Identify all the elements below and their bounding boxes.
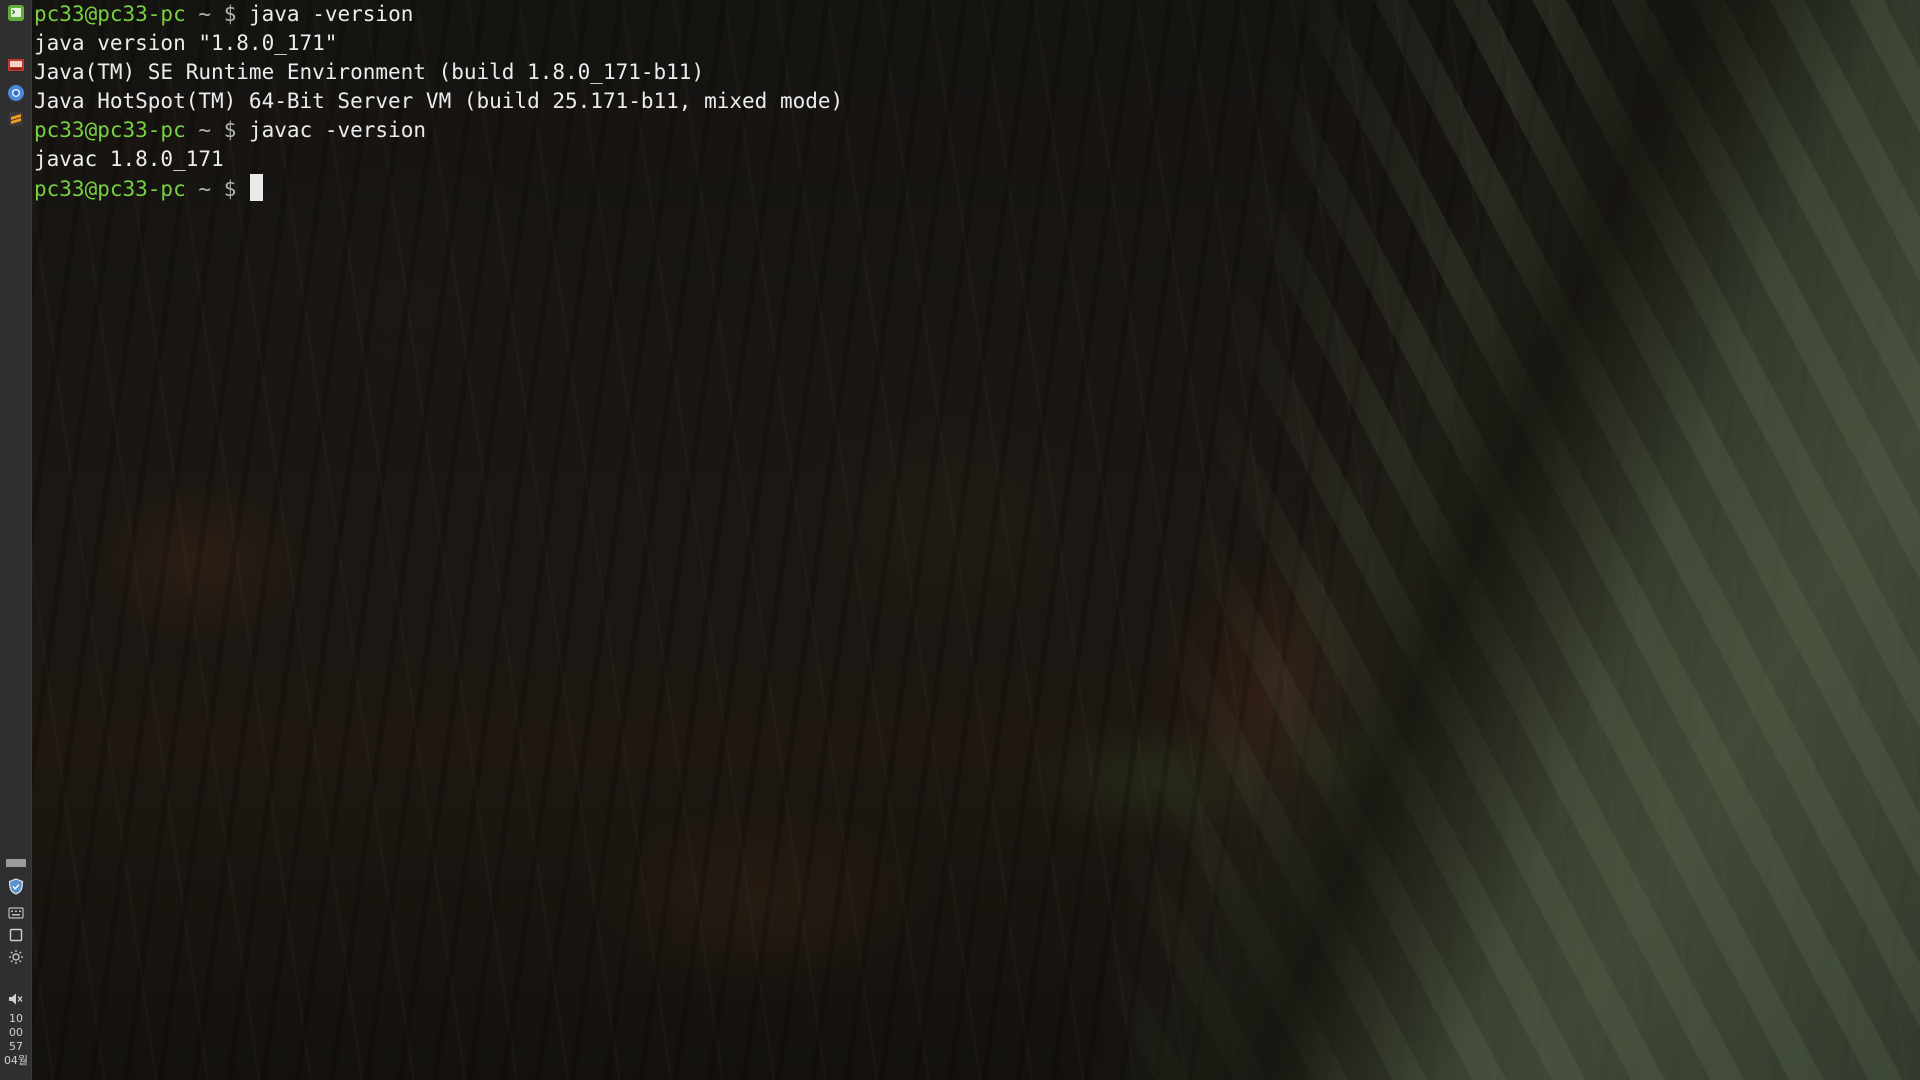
clock[interactable]: 10 00 57 04월 xyxy=(0,1012,32,1068)
clipboard-tray[interactable] xyxy=(5,924,27,946)
clock-second: 57 xyxy=(9,1040,23,1053)
keyboard-icon xyxy=(8,907,24,919)
volume-icon xyxy=(9,993,23,1005)
prompt-symbol: $ xyxy=(223,118,237,142)
prompt-symbol: $ xyxy=(223,177,237,201)
brightness-icon xyxy=(9,950,23,964)
clock-minute: 00 xyxy=(9,1026,23,1039)
prompt-path: ~ xyxy=(198,118,212,142)
command-text: java -version xyxy=(249,2,414,26)
chromium-launcher[interactable] xyxy=(5,82,27,104)
clipboard-icon xyxy=(9,928,23,942)
terminal-output-line: Java HotSpot(TM) 64-Bit Server VM (build… xyxy=(34,89,844,113)
volume-tray[interactable] xyxy=(5,988,27,1010)
side-panel: 10 00 57 04월 xyxy=(0,0,32,1080)
prompt-user: pc33@pc33-pc xyxy=(34,118,186,142)
terminal-command-line: pc33@pc33-pc ~ $ java -version xyxy=(34,0,1034,29)
terminal-window[interactable]: pc33@pc33-pc ~ $ java -version java vers… xyxy=(34,0,1034,203)
prompt-path: ~ xyxy=(198,2,212,26)
chromium-icon xyxy=(8,85,24,101)
settings-tray[interactable] xyxy=(5,946,27,968)
terminal-output-line: Java(TM) SE Runtime Environment (build 1… xyxy=(34,60,705,84)
terminal-icon xyxy=(8,5,24,21)
media-icon xyxy=(8,59,24,71)
terminal-active-prompt[interactable]: pc33@pc33-pc ~ $ xyxy=(34,174,1034,203)
sublime-launcher[interactable] xyxy=(5,108,27,130)
terminal-output-line: javac 1.8.0_171 xyxy=(34,147,224,171)
media-launcher[interactable] xyxy=(5,54,27,76)
desktop: 10 00 57 04월 pc33@pc33-pc ~ $ java -vers… xyxy=(0,0,1920,1080)
command-text: javac -version xyxy=(249,118,427,142)
shield-tray[interactable] xyxy=(5,875,27,897)
terminal-output-line: java version "1.8.0_171" xyxy=(34,31,338,55)
text-cursor xyxy=(250,174,263,201)
window-bar-icon xyxy=(6,859,26,867)
prompt-user: pc33@pc33-pc xyxy=(34,177,186,201)
prompt-user: pc33@pc33-pc xyxy=(34,2,186,26)
prompt-symbol: $ xyxy=(223,2,237,26)
clock-hour: 10 xyxy=(9,1012,23,1025)
terminal-command-line: pc33@pc33-pc ~ $ javac -version xyxy=(34,116,1034,145)
clock-date: 04월 xyxy=(3,1054,29,1067)
terminal-launcher[interactable] xyxy=(5,2,27,24)
shield-icon xyxy=(8,877,24,895)
sublime-icon xyxy=(9,112,23,126)
keyboard-tray[interactable] xyxy=(5,902,27,924)
window-list[interactable] xyxy=(5,852,27,874)
prompt-path: ~ xyxy=(198,177,212,201)
